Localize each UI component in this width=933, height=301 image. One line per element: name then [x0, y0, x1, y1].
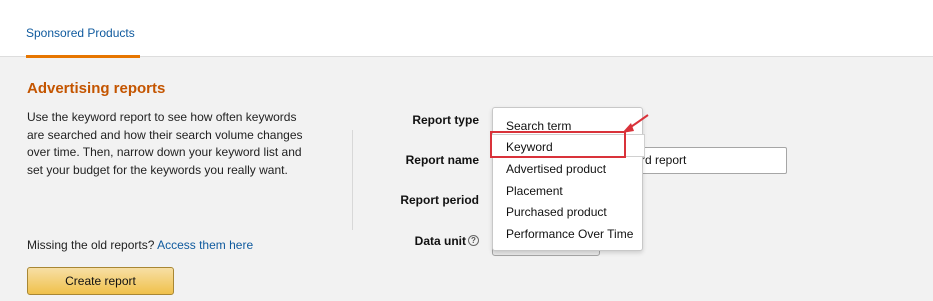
old-reports-text: Missing the old reports?	[27, 238, 155, 252]
old-reports-notice: Missing the old reports? Access them her…	[27, 238, 253, 252]
report-name-value: rd report	[641, 153, 687, 167]
data-unit-label: Data unit	[414, 234, 466, 248]
tab-label: Sponsored Products	[26, 26, 135, 40]
dropdown-option-placement[interactable]: Placement	[506, 184, 563, 198]
report-type-label: Report type	[412, 113, 479, 127]
red-arrow-icon	[622, 114, 649, 133]
report-period-label: Report period	[400, 193, 479, 207]
annotation-highlight-box	[490, 131, 626, 158]
page-title: Advertising reports	[27, 80, 166, 97]
tab-bar: Sponsored Products	[0, 0, 933, 58]
active-tab-indicator	[26, 55, 140, 58]
create-report-button[interactable]: Create report	[27, 267, 174, 295]
vertical-divider	[352, 130, 353, 230]
access-old-reports-link[interactable]: Access them here	[157, 238, 253, 252]
page-description: Use the keyword report to see how often …	[27, 110, 303, 177]
dropdown-option-purchased-product[interactable]: Purchased product	[506, 205, 607, 219]
dropdown-option-advertised-product[interactable]: Advertised product	[506, 162, 606, 176]
report-name-label: Report name	[405, 153, 479, 167]
tab-sponsored-products[interactable]: Sponsored Products	[26, 0, 140, 58]
dropdown-option-performance-over-time[interactable]: Performance Over Time	[506, 227, 633, 241]
info-panel: Advertising reports Use the keyword repo…	[27, 80, 317, 179]
question-circle-icon[interactable]: ?	[468, 235, 479, 246]
